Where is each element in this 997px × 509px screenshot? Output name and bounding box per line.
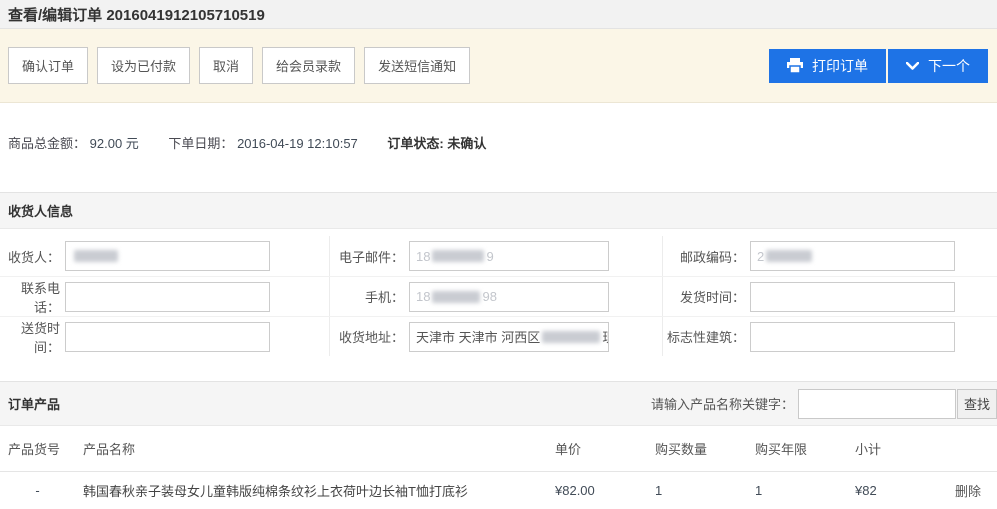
- form-row: 送货时间： 收货地址： 天津市 天津市 河西区现7 标志性建筑：: [0, 316, 997, 356]
- products-section-title: 订单产品: [8, 394, 60, 413]
- column-header-subtotal: 小计: [845, 439, 945, 458]
- field-contact-phone: 联系电话：: [0, 277, 330, 316]
- table-row: - 韩国春秋亲子装母女儿童韩版纯棉条纹衫上衣荷叶边长袖T恤打底衫 ¥82.00 …: [0, 472, 997, 509]
- order-summary: 商品总金额： 92.00 元 下单日期： 2016-04-19 12:10:57…: [0, 103, 997, 192]
- column-header-qty: 购买数量: [645, 439, 745, 458]
- section-divider: [0, 372, 997, 381]
- email-input[interactable]: 189: [409, 241, 609, 271]
- column-header-years: 购买年限: [745, 439, 845, 458]
- field-landmark: 标志性建筑：: [663, 317, 997, 356]
- chevron-down-icon: [906, 62, 919, 70]
- field-mobile: 手机： 1898: [330, 277, 663, 316]
- form-row: 联系电话： 手机： 1898 发货时间：: [0, 276, 997, 316]
- field-label: 电子邮件：: [330, 247, 404, 266]
- send-sms-button[interactable]: 发送短信通知: [364, 47, 470, 84]
- cancel-button[interactable]: 取消: [199, 47, 253, 84]
- next-order-button[interactable]: 下一个: [888, 49, 988, 83]
- products-table-header: 产品货号 产品名称 单价 购买数量 购买年限 小计: [0, 426, 997, 472]
- print-order-button[interactable]: 打印订单: [769, 49, 886, 83]
- redacted-text: [766, 250, 812, 262]
- printer-icon: [787, 58, 803, 73]
- ship-time-input[interactable]: [750, 282, 955, 312]
- field-consignee-name: 收货人：: [0, 236, 330, 276]
- print-order-label: 打印订单: [812, 56, 868, 76]
- order-date: 下单日期： 2016-04-19 12:10:57: [168, 136, 357, 151]
- field-postcode: 邮政编码： 2: [663, 236, 997, 276]
- action-toolbar: 确认订单 设为已付款 取消 给会员录款 发送短信通知 打印订单 下一个: [0, 29, 997, 103]
- field-ship-time: 发货时间：: [663, 277, 997, 316]
- column-header-name: 产品名称: [75, 439, 545, 458]
- field-label: 送货时间：: [0, 318, 60, 356]
- field-label: 标志性建筑：: [663, 327, 745, 346]
- next-order-label: 下一个: [928, 56, 970, 76]
- field-address: 收货地址： 天津市 天津市 河西区现7: [330, 317, 663, 356]
- consignee-name-input[interactable]: [65, 241, 270, 271]
- column-header-price: 单价: [545, 439, 645, 458]
- product-years: 1: [745, 483, 845, 498]
- set-paid-button[interactable]: 设为已付款: [97, 47, 190, 84]
- status-badge: 未确认: [447, 136, 486, 151]
- field-delivery-time: 送货时间：: [0, 317, 330, 356]
- consignee-section-header: 收货人信息: [0, 192, 997, 229]
- landmark-input[interactable]: [750, 322, 955, 352]
- address-input[interactable]: 天津市 天津市 河西区现7: [409, 322, 609, 352]
- field-email: 电子邮件： 189: [330, 236, 663, 276]
- field-label: 手机：: [330, 287, 404, 306]
- product-price: ¥82.00: [545, 483, 645, 498]
- product-qty: 1: [645, 483, 745, 498]
- products-section-header: 订单产品 请输入产品名称关键字： 查找: [0, 381, 997, 426]
- product-search-label: 请输入产品名称关键字：: [651, 394, 794, 413]
- delivery-time-input[interactable]: [65, 322, 270, 352]
- postcode-input[interactable]: 2: [750, 241, 955, 271]
- field-label: 发货时间：: [663, 287, 745, 306]
- product-search: 请输入产品名称关键字： 查找: [651, 389, 997, 419]
- title-bar: 查看/编辑订单 2016041912105710519: [0, 0, 997, 29]
- redacted-text: [432, 250, 484, 262]
- order-status: 订单状态: 未确认: [387, 136, 486, 151]
- member-credit-button[interactable]: 给会员录款: [262, 47, 355, 84]
- product-sku: -: [0, 483, 75, 498]
- delete-link[interactable]: 删除: [945, 481, 997, 500]
- redacted-text: [542, 331, 600, 343]
- product-search-input[interactable]: [798, 389, 956, 419]
- field-label: 联系电话：: [0, 278, 60, 316]
- field-label: 邮政编码：: [663, 247, 745, 266]
- form-row: 收货人： 电子邮件： 189 邮政编码： 2: [0, 236, 997, 276]
- confirm-order-button[interactable]: 确认订单: [8, 47, 88, 84]
- contact-phone-input[interactable]: [65, 282, 270, 312]
- field-label: 收货地址：: [330, 327, 404, 346]
- column-header-sku: 产品货号: [0, 439, 75, 458]
- order-total: 商品总金额： 92.00 元: [8, 136, 139, 151]
- mobile-input[interactable]: 1898: [409, 282, 609, 312]
- consignee-section-title: 收货人信息: [8, 201, 73, 220]
- page-title: 查看/编辑订单 2016041912105710519: [8, 4, 265, 25]
- redacted-text: [74, 250, 118, 262]
- redacted-text: [432, 291, 480, 303]
- search-button[interactable]: 查找: [957, 389, 997, 419]
- product-subtotal: ¥82: [845, 483, 945, 498]
- consignee-form: 收货人： 电子邮件： 189 邮政编码： 2 联系电话： 手机：: [0, 229, 997, 372]
- field-label: 收货人：: [0, 247, 60, 266]
- product-name: 韩国春秋亲子装母女儿童韩版纯棉条纹衫上衣荷叶边长袖T恤打底衫: [75, 481, 545, 500]
